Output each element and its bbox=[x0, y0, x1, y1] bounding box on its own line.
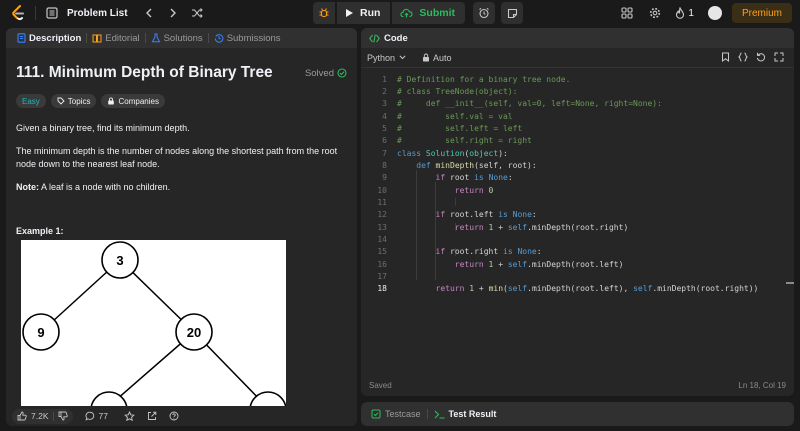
example-title: Example 1: bbox=[16, 226, 64, 236]
svg-text:9: 9 bbox=[37, 325, 44, 340]
thumbs-down-icon[interactable] bbox=[58, 411, 68, 421]
description-text: Given a binary tree, find its minimum de… bbox=[16, 123, 190, 133]
code-brackets-icon bbox=[369, 34, 380, 42]
code-editor[interactable]: 1 # Definition for a binary tree node. 2 #… bbox=[361, 70, 794, 370]
avatar[interactable] bbox=[707, 6, 722, 20]
lock-icon bbox=[108, 97, 115, 105]
play-icon bbox=[346, 9, 353, 17]
run-button[interactable]: Run bbox=[337, 2, 391, 24]
svg-text:3: 3 bbox=[116, 253, 123, 268]
editor-toolbar: Python Auto bbox=[361, 48, 794, 68]
format-braces-icon[interactable] bbox=[738, 52, 748, 62]
tree-node: 20 bbox=[175, 313, 213, 351]
timer-button[interactable] bbox=[473, 2, 496, 24]
description-text: The minimum depth is the number of nodes… bbox=[16, 146, 338, 169]
comments-button[interactable]: 77 bbox=[84, 411, 108, 421]
streak-count: 1 bbox=[688, 7, 694, 19]
language-select[interactable]: Python bbox=[367, 53, 406, 63]
difficulty-badge: Easy bbox=[16, 94, 46, 108]
logo-icon[interactable] bbox=[10, 5, 26, 21]
problem-title[interactable]: 111. Minimum Depth of Binary Tree bbox=[16, 64, 273, 82]
reset-icon[interactable] bbox=[756, 52, 766, 62]
top-bar: Problem List Run Submit 1 Premium bbox=[0, 0, 800, 26]
book-icon bbox=[92, 34, 102, 43]
note-text: Note: A leaf is a node with no children. bbox=[16, 182, 171, 192]
help-icon[interactable] bbox=[169, 411, 179, 421]
history-icon bbox=[214, 34, 224, 43]
scrollbar-marker[interactable] bbox=[786, 282, 794, 284]
tab-test-result[interactable]: Test Result bbox=[428, 402, 503, 426]
cursor-position: Ln 18, Col 19 bbox=[738, 381, 786, 390]
lock-icon bbox=[423, 53, 430, 62]
comment-count: 77 bbox=[98, 411, 108, 421]
solved-badge: Solved bbox=[305, 68, 347, 79]
cloud-upload-icon bbox=[400, 8, 413, 18]
check-circle-icon bbox=[337, 68, 347, 78]
expand-icon[interactable] bbox=[774, 52, 784, 62]
auto-mode[interactable]: Auto bbox=[422, 53, 452, 63]
topics-chip[interactable]: Topics bbox=[50, 94, 97, 108]
like-dislike-group: 7.2K bbox=[12, 408, 73, 424]
tab-solutions[interactable]: Solutions bbox=[146, 28, 208, 48]
gear-icon[interactable] bbox=[647, 5, 663, 21]
favorite-star-icon[interactable] bbox=[124, 410, 135, 422]
chevron-down-icon bbox=[399, 55, 406, 60]
debug-button[interactable] bbox=[313, 2, 335, 24]
tree-node: 3 bbox=[101, 241, 139, 279]
example-tree-image: 3 9 20 15 7 bbox=[21, 240, 286, 406]
submit-button[interactable]: Submit bbox=[392, 2, 466, 24]
prev-problem-icon[interactable] bbox=[142, 6, 156, 20]
divider bbox=[35, 6, 36, 20]
tree-node: 9 bbox=[22, 313, 60, 351]
note-icon bbox=[507, 8, 517, 18]
problem-list-link[interactable]: Problem List bbox=[67, 8, 128, 19]
list-icon[interactable] bbox=[45, 6, 59, 20]
console-panel: Testcase Test Result bbox=[361, 402, 794, 426]
like-count: 7.2K bbox=[31, 411, 49, 421]
run-label: Run bbox=[360, 7, 381, 19]
divider bbox=[52, 411, 54, 421]
tab-testcase[interactable]: Testcase bbox=[365, 402, 427, 426]
next-problem-icon[interactable] bbox=[166, 6, 180, 20]
flask-icon bbox=[151, 33, 160, 43]
tag-icon bbox=[57, 97, 65, 105]
premium-button[interactable]: Premium bbox=[731, 3, 792, 23]
code-header: Code bbox=[361, 28, 794, 48]
comment-icon bbox=[84, 411, 94, 421]
code-panel: Code Python Auto 1 # Definition for a bin… bbox=[361, 28, 794, 396]
notes-button[interactable] bbox=[501, 2, 524, 24]
companies-chip[interactable]: Companies bbox=[101, 94, 165, 108]
tab-submissions[interactable]: Submissions bbox=[209, 28, 286, 48]
thumbs-up-icon[interactable] bbox=[17, 411, 27, 421]
flame-icon bbox=[676, 7, 685, 19]
streak-counter[interactable]: 1 bbox=[675, 7, 694, 19]
tab-editorial[interactable]: Editorial bbox=[87, 28, 144, 48]
left-tab-bar: Description Editorial Solutions Submissi… bbox=[6, 28, 357, 48]
bookmark-icon[interactable] bbox=[721, 52, 730, 62]
terminal-icon bbox=[434, 410, 445, 419]
tab-description[interactable]: Description bbox=[12, 28, 86, 48]
save-status: Saved bbox=[369, 381, 392, 390]
checkbox-icon bbox=[371, 409, 381, 419]
bug-icon bbox=[319, 8, 329, 18]
share-icon[interactable] bbox=[147, 411, 157, 421]
shuffle-icon[interactable] bbox=[190, 6, 204, 20]
submit-label: Submit bbox=[419, 7, 456, 19]
svg-text:20: 20 bbox=[187, 325, 201, 340]
document-icon bbox=[17, 33, 26, 43]
description-footer: 7.2K 77 bbox=[6, 406, 357, 426]
alarm-clock-icon bbox=[479, 7, 489, 19]
description-panel: Description Editorial Solutions Submissi… bbox=[6, 28, 357, 426]
layout-grid-icon[interactable] bbox=[619, 5, 635, 21]
